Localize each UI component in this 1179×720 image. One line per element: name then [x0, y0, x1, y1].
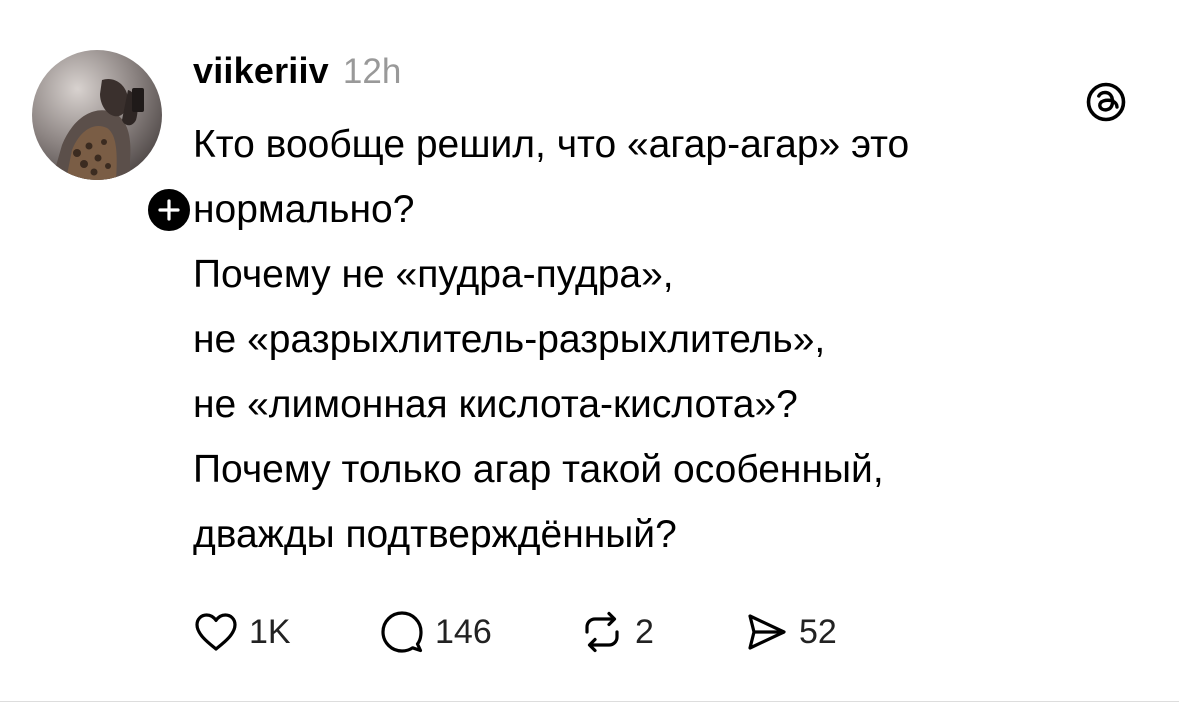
post-text-line: Почему только агар такой особенный, — [193, 448, 884, 491]
comment-bubble-icon — [379, 609, 425, 655]
profile-photo — [32, 50, 162, 180]
send-icon — [743, 609, 789, 655]
follow-plus-button[interactable] — [143, 184, 195, 236]
share-count: 52 — [799, 612, 837, 651]
like-count: 1K — [249, 612, 291, 651]
post-text-line: не «разрыхлитель-разрыхлитель», — [193, 318, 826, 361]
repost-count: 2 — [635, 612, 654, 651]
post-text-line: нормально? — [193, 188, 415, 231]
post-header: viikeriiv 12h — [193, 50, 401, 94]
author-username[interactable]: viikeriiv — [193, 50, 329, 92]
thread-post: viikeriiv 12h Кто вообще решил, что «ага… — [0, 0, 1179, 702]
repost-icon — [579, 609, 625, 655]
reply-count: 146 — [435, 612, 492, 651]
share-button[interactable]: 52 — [743, 606, 883, 658]
post-text-line: Кто вообще решил, что «агар-агар» это — [193, 123, 910, 166]
repost-button[interactable]: 2 — [579, 606, 743, 658]
post-text-line: Почему не «пудра-пудра», — [193, 253, 674, 296]
post-actions: 1K 146 2 52 — [193, 606, 883, 658]
post-divider — [0, 701, 1179, 702]
like-button[interactable]: 1K — [193, 606, 379, 658]
author-avatar[interactable] — [32, 50, 195, 236]
post-body: Кто вообще решил, что «агар-агар» это но… — [193, 112, 1143, 567]
post-text-line: не «лимонная кислота-кислота»? — [193, 383, 798, 426]
plus-icon — [158, 199, 180, 221]
post-timestamp: 12h — [342, 52, 402, 91]
reply-button[interactable]: 146 — [379, 606, 579, 658]
post-text-line: дважды подтверждённый? — [193, 513, 677, 556]
heart-icon — [193, 609, 239, 655]
